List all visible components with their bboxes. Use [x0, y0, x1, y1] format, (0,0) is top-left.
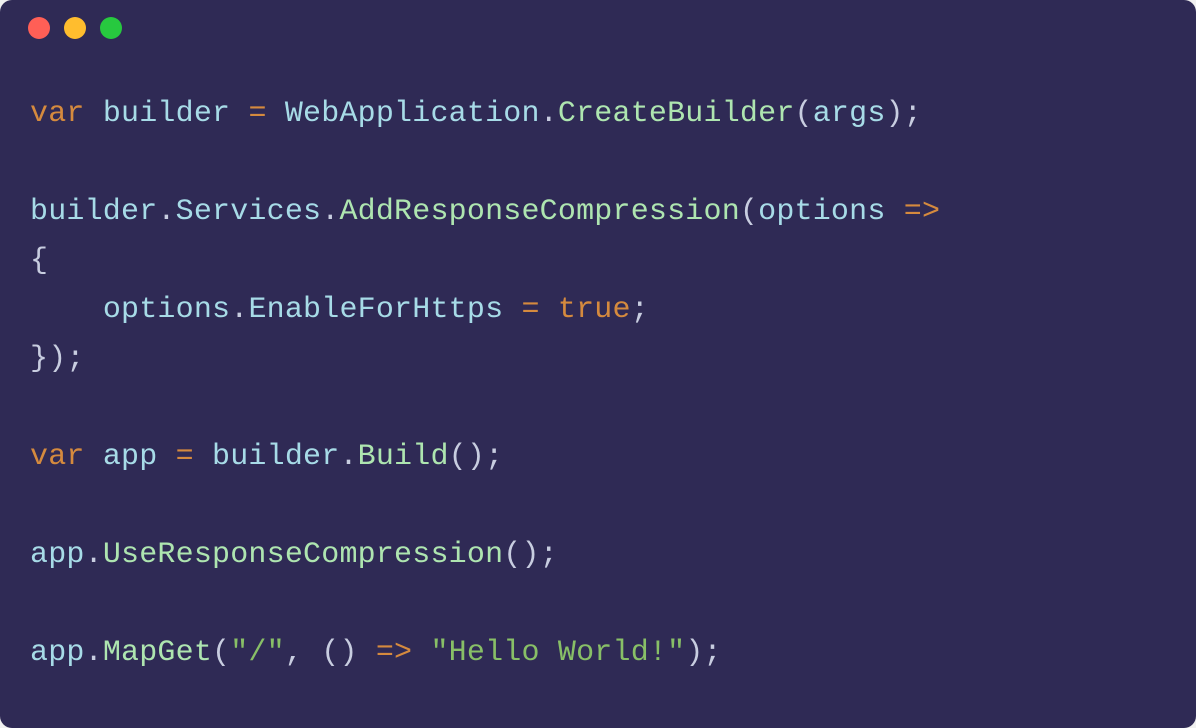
code-line-3: builder.Services.AddResponseCompression(…: [30, 195, 940, 229]
zoom-button[interactable]: [100, 17, 122, 39]
keyword-var: var: [30, 97, 85, 131]
ident-builder: builder: [103, 97, 230, 131]
code-line-5: options.EnableForHttps = true;: [30, 293, 649, 327]
method-addresponsecompression: AddResponseCompression: [339, 195, 739, 229]
close-button[interactable]: [28, 17, 50, 39]
code-line-4: {: [30, 244, 48, 278]
string-path: "/": [230, 636, 285, 670]
ident-services: Services: [176, 195, 322, 229]
string-hello: "Hello World!": [430, 636, 685, 670]
titlebar: [0, 0, 1196, 56]
ident-app: app: [30, 636, 85, 670]
minimize-button[interactable]: [64, 17, 86, 39]
code-line-12: app.MapGet("/", () => "Hello World!");: [30, 636, 722, 670]
method-build: Build: [358, 440, 449, 474]
ident-app: app: [103, 440, 158, 474]
keyword-true: true: [558, 293, 631, 327]
ident-app: app: [30, 538, 85, 572]
method-useresponsecompression: UseResponseCompression: [103, 538, 503, 572]
method-createbuilder: CreateBuilder: [558, 97, 795, 131]
ident-builder: builder: [30, 195, 157, 229]
ident-builder: builder: [212, 440, 339, 474]
ident-options: options: [758, 195, 885, 229]
code-line-8: var app = builder.Build();: [30, 440, 503, 474]
op-arrow: =>: [376, 636, 412, 670]
ident-enableforhttps: EnableForHttps: [248, 293, 503, 327]
op-arrow: =>: [904, 195, 940, 229]
code-line-1: var builder = WebApplication.CreateBuild…: [30, 97, 922, 131]
ident-options: options: [103, 293, 230, 327]
code-line-6: });: [30, 342, 85, 376]
code-line-10: app.UseResponseCompression();: [30, 538, 558, 572]
code-area: var builder = WebApplication.CreateBuild…: [30, 90, 1166, 708]
method-mapget: MapGet: [103, 636, 212, 670]
keyword-var: var: [30, 440, 85, 474]
ident-webapplication: WebApplication: [285, 97, 540, 131]
code-window: var builder = WebApplication.CreateBuild…: [0, 0, 1196, 728]
op-eq: =: [248, 97, 266, 131]
ident-args: args: [813, 97, 886, 131]
